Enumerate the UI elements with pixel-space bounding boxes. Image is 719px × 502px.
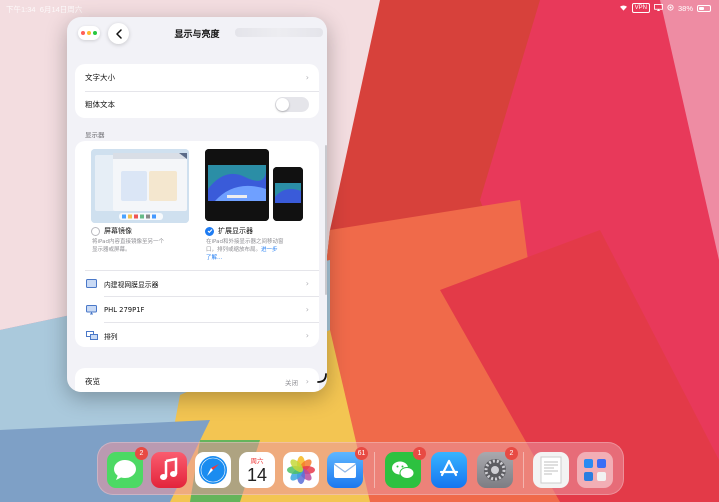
messages-app-icon[interactable]: 2 (107, 447, 148, 488)
messages-badge: 2 (135, 447, 148, 460)
mirror-option[interactable]: 屏幕镜像 (91, 226, 132, 236)
monitor-icon (86, 305, 97, 317)
battery-icon (697, 4, 711, 12)
battery-percent: 38% (677, 3, 693, 13)
app-store-app-icon[interactable] (431, 452, 467, 488)
window-toolbar: 显示与亮度 (67, 17, 327, 51)
music-app-icon[interactable] (151, 452, 187, 488)
display-section-header: 显示器 (85, 131, 105, 139)
learn-more-link-cont[interactable]: 了解… (206, 255, 223, 261)
status-date: 6月14日周六 (39, 5, 83, 14)
display-row-builtin-label: 内建视网膜显示器 (104, 280, 159, 289)
settings-badge: 2 (505, 447, 518, 460)
night-shift-card: 夜览 关闭 › (75, 368, 319, 392)
display-row-phl-label: PHL 279P1F (104, 305, 145, 314)
mirror-description: 将iPad内容直接镜像至另一个 显示器或屏幕。 (92, 239, 164, 253)
dock-divider (374, 452, 375, 488)
wechat-app-icon[interactable]: 1 (385, 447, 426, 488)
text-size-row[interactable]: 文字大小 › (75, 64, 319, 91)
text-size-label: 文字大小 (85, 73, 115, 82)
dock-divider (523, 452, 524, 488)
display-row-builtin[interactable]: 内建视网膜显示器 › (75, 271, 319, 296)
mirror-preview[interactable] (91, 149, 189, 223)
display-row-phl[interactable]: PHL 279P1F › (75, 297, 319, 322)
wechat-badge: 1 (413, 447, 426, 460)
mirror-label: 屏幕镜像 (104, 227, 132, 235)
location-icon (667, 3, 674, 13)
chevron-right-icon: › (305, 73, 309, 82)
bold-text-toggle[interactable] (275, 97, 309, 112)
document-app-icon[interactable] (533, 452, 569, 488)
mail-badge: 61 (355, 447, 368, 460)
calendar-app-icon[interactable]: 周六 14 (239, 452, 275, 488)
scrollbar[interactable] (325, 145, 327, 295)
night-shift-row[interactable]: 夜览 关闭 › (75, 368, 319, 392)
chevron-right-icon: › (305, 331, 309, 340)
extended-monitor-preview[interactable] (205, 149, 269, 221)
calendar-day: 14 (246, 465, 268, 485)
settings-window: 显示与亮度 文字大小 › 粗体文本 显示器 屏幕镜像 将iPad内容直接镜像至另… (67, 17, 327, 392)
wifi-icon (619, 4, 628, 13)
vpn-badge: VPN (631, 3, 650, 13)
extend-label: 扩展显示器 (218, 227, 253, 235)
dock: 2 周六 14 61 1 2 (97, 442, 624, 495)
settings-app-icon[interactable]: 2 (477, 447, 518, 488)
arrange-displays-icon (86, 331, 98, 342)
status-bar: 下午1:34 6月14日周六 VPN 38% (0, 0, 719, 16)
photos-app-icon[interactable] (283, 452, 319, 488)
app-library-icon[interactable] (577, 452, 613, 488)
display-card: 屏幕镜像 将iPad内容直接镜像至另一个 显示器或屏幕。 扩展显示器 在iPad… (75, 141, 319, 347)
blurred-search-field (235, 28, 323, 37)
bold-text-label: 粗体文本 (85, 100, 115, 109)
calendar-weekday: 周六 (250, 457, 264, 465)
learn-more-link[interactable]: 进一步 (261, 247, 278, 253)
status-time: 下午1:34 (6, 5, 36, 14)
checkmark-icon (207, 229, 212, 234)
extend-description: 在iPad和外接显示器之间移动窗 口，排列或缩放布局。进一步 了解… (206, 239, 284, 261)
bold-text-row: 粗体文本 (75, 91, 319, 118)
text-settings-card: 文字大小 › 粗体文本 (75, 64, 319, 118)
extend-radio[interactable] (205, 226, 214, 236)
chevron-right-icon: › (305, 305, 309, 314)
chevron-right-icon: › (305, 279, 309, 288)
mail-app-icon[interactable]: 61 (327, 447, 368, 488)
extend-option[interactable]: 扩展显示器 (205, 226, 253, 236)
extended-ipad-preview[interactable] (273, 167, 303, 221)
night-shift-label: 夜览 (85, 377, 100, 386)
screen-mirror-icon (654, 3, 663, 13)
safari-app-icon[interactable] (195, 452, 231, 488)
display-row-arrange-label: 排列 (104, 332, 118, 341)
resize-handle-icon[interactable] (316, 372, 328, 384)
chevron-right-icon: › (305, 377, 309, 386)
display-row-arrange[interactable]: 排列 › (75, 323, 319, 348)
night-shift-value: 关闭 (285, 378, 298, 387)
mirror-radio[interactable] (91, 226, 100, 236)
ipad-display-icon (86, 279, 97, 290)
